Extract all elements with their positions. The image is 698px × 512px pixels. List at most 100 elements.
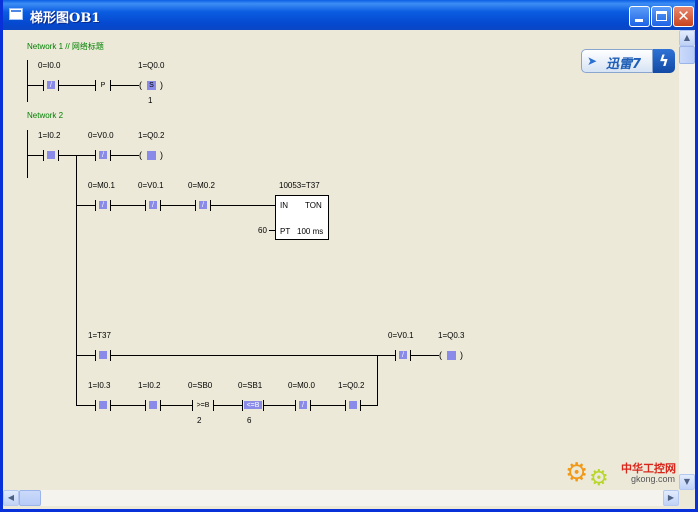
contact-label: 1=Q0.2 bbox=[338, 381, 365, 390]
wire bbox=[269, 230, 275, 231]
contact-label: 1=I0.2 bbox=[138, 381, 161, 390]
window-icon bbox=[9, 8, 23, 20]
ladder-window: 梯形图OB1 ✕ Network 1 // 网络标题 0=I0.0 / P 1=… bbox=[0, 0, 698, 512]
contact-label: 0=V0.1 bbox=[138, 181, 164, 190]
nc-contact-i00[interactable]: / bbox=[43, 80, 59, 91]
wire bbox=[161, 205, 195, 206]
close-button[interactable]: ✕ bbox=[673, 6, 694, 27]
coil-q02[interactable]: () bbox=[139, 150, 163, 161]
contact-label: 0=SB1 bbox=[238, 381, 263, 390]
positive-edge-contact[interactable]: P bbox=[95, 80, 111, 91]
contact-label: 0=M0.1 bbox=[88, 181, 115, 190]
wire bbox=[59, 85, 95, 86]
compare-ge-sb0[interactable]: >=B bbox=[192, 400, 214, 411]
vertical-scroll-thumb[interactable] bbox=[679, 46, 695, 64]
xunlei-label: 迅雷7 bbox=[606, 57, 642, 72]
coil-count: 1 bbox=[148, 96, 153, 105]
xunlei-float-widget[interactable]: ➤ 迅雷7 ϟ bbox=[581, 49, 675, 74]
contact-label: 1=I0.3 bbox=[88, 381, 111, 390]
timer-pt-pin: PT bbox=[280, 227, 291, 236]
branch-join-wire bbox=[377, 355, 378, 406]
title-bar[interactable]: 梯形图OB1 ✕ bbox=[3, 0, 695, 30]
nc-contact-m01[interactable]: / bbox=[95, 200, 111, 211]
contact-label: 1=I0.2 bbox=[38, 131, 61, 140]
wire bbox=[111, 155, 139, 156]
power-rail-1 bbox=[27, 60, 28, 102]
maximize-button[interactable] bbox=[651, 6, 672, 27]
nc-contact-v01-b[interactable]: / bbox=[395, 350, 411, 361]
wire bbox=[76, 405, 95, 406]
wire bbox=[111, 355, 395, 356]
window-title: 梯形图OB1 bbox=[30, 11, 101, 26]
wire bbox=[27, 155, 43, 156]
scrollbar-corner bbox=[679, 490, 695, 506]
nc-contact-m00[interactable]: / bbox=[295, 400, 311, 411]
vertical-scrollbar[interactable]: ▲ ▼ bbox=[679, 30, 695, 490]
minimize-icon bbox=[635, 19, 643, 22]
maximize-icon bbox=[656, 11, 667, 21]
nc-contact-v01[interactable]: / bbox=[145, 200, 161, 211]
no-contact-q02[interactable] bbox=[345, 400, 361, 411]
compare-value: 2 bbox=[197, 416, 202, 425]
nc-contact-v00[interactable]: / bbox=[95, 150, 111, 161]
wire bbox=[411, 355, 439, 356]
network-2-title: Network 2 bbox=[27, 111, 64, 120]
scroll-right-button[interactable]: ▶ bbox=[663, 490, 679, 506]
gear-icon: ⚙ bbox=[565, 458, 589, 488]
timer-preset-value: 60 bbox=[258, 226, 267, 235]
ton-timer-block[interactable]: IN TON PT 100 ms bbox=[275, 195, 329, 240]
no-contact-i02-b[interactable] bbox=[145, 400, 161, 411]
compare-value: 6 bbox=[247, 416, 252, 425]
branch-wire bbox=[76, 155, 77, 406]
horizontal-scrollbar[interactable]: ◀ ▶ bbox=[3, 490, 679, 506]
scroll-up-button[interactable]: ▲ bbox=[679, 30, 695, 46]
no-contact-i02[interactable] bbox=[43, 150, 59, 161]
no-contact-i03[interactable] bbox=[95, 400, 111, 411]
wire bbox=[111, 85, 139, 86]
timer-base: 100 ms bbox=[297, 227, 324, 236]
gear-icon: ⚙ bbox=[589, 466, 609, 491]
wire bbox=[161, 405, 192, 406]
coil-label: 1=Q0.3 bbox=[438, 331, 465, 340]
close-icon: ✕ bbox=[677, 7, 690, 25]
xunlei-bird-icon: ➤ bbox=[587, 54, 598, 68]
wire bbox=[214, 405, 242, 406]
minimize-button[interactable] bbox=[629, 6, 650, 27]
contact-label: 0=M0.0 bbox=[288, 381, 315, 390]
lightning-icon: ϟ bbox=[653, 49, 675, 73]
wire bbox=[76, 355, 95, 356]
coil-label: 1=Q0.2 bbox=[138, 131, 165, 140]
scroll-down-button[interactable]: ▼ bbox=[679, 474, 695, 490]
wire bbox=[59, 155, 95, 156]
set-coil-q00[interactable]: (S) bbox=[139, 80, 163, 91]
wire bbox=[111, 205, 145, 206]
no-contact-t37[interactable] bbox=[95, 350, 111, 361]
wire bbox=[76, 205, 95, 206]
contact-label: 0=I0.0 bbox=[38, 61, 61, 70]
contact-label: 0=V0.0 bbox=[88, 131, 114, 140]
contact-label: 0=SB0 bbox=[188, 381, 213, 390]
wire bbox=[311, 405, 345, 406]
compare-le-sb1[interactable]: <=B bbox=[242, 400, 264, 411]
timer-label: 10053=T37 bbox=[279, 181, 320, 190]
network-1-title: Network 1 // 网络标题 bbox=[27, 42, 104, 51]
nc-contact-m02[interactable]: / bbox=[195, 200, 211, 211]
power-rail-2 bbox=[27, 130, 28, 178]
timer-type: TON bbox=[305, 201, 322, 210]
coil-q03[interactable]: () bbox=[439, 350, 463, 361]
contact-label: 1=T37 bbox=[88, 331, 111, 340]
wire bbox=[361, 405, 377, 406]
contact-label: 0=V0.1 bbox=[388, 331, 414, 340]
ladder-canvas[interactable] bbox=[3, 30, 679, 490]
watermark-en: gkong.com bbox=[631, 474, 676, 484]
horizontal-scroll-thumb[interactable] bbox=[19, 490, 41, 506]
coil-label: 1=Q0.0 bbox=[138, 61, 165, 70]
wire bbox=[211, 205, 275, 206]
timer-in-pin: IN bbox=[280, 201, 288, 210]
contact-label: 0=M0.2 bbox=[188, 181, 215, 190]
wire bbox=[111, 405, 145, 406]
scroll-left-button[interactable]: ◀ bbox=[3, 490, 19, 506]
wire bbox=[27, 85, 43, 86]
wire bbox=[264, 405, 295, 406]
watermark: ⚙ ⚙ 中华工控网 gkong.com bbox=[565, 458, 695, 490]
